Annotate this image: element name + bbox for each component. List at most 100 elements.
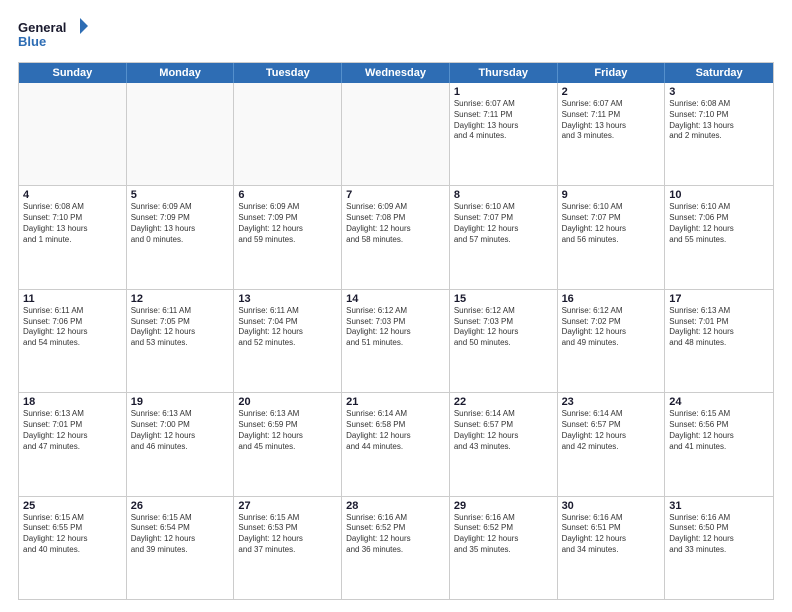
calendar-row: 4Sunrise: 6:08 AM Sunset: 7:10 PM Daylig…: [19, 185, 773, 288]
day-number: 11: [23, 293, 122, 305]
cell-info: Sunrise: 6:16 AM Sunset: 6:52 PM Dayligh…: [454, 513, 553, 556]
calendar-cell: 17Sunrise: 6:13 AM Sunset: 7:01 PM Dayli…: [665, 290, 773, 392]
calendar-cell: 7Sunrise: 6:09 AM Sunset: 7:08 PM Daylig…: [342, 186, 450, 288]
cell-info: Sunrise: 6:12 AM Sunset: 7:03 PM Dayligh…: [346, 306, 445, 349]
cell-info: Sunrise: 6:15 AM Sunset: 6:56 PM Dayligh…: [669, 409, 769, 452]
calendar-row: 18Sunrise: 6:13 AM Sunset: 7:01 PM Dayli…: [19, 392, 773, 495]
weekday-header: Saturday: [665, 63, 773, 83]
cell-info: Sunrise: 6:13 AM Sunset: 7:01 PM Dayligh…: [669, 306, 769, 349]
cell-info: Sunrise: 6:15 AM Sunset: 6:53 PM Dayligh…: [238, 513, 337, 556]
calendar-cell: [19, 83, 127, 185]
day-number: 9: [562, 189, 661, 201]
day-number: 25: [23, 500, 122, 512]
day-number: 23: [562, 396, 661, 408]
day-number: 5: [131, 189, 230, 201]
calendar-cell: 1Sunrise: 6:07 AM Sunset: 7:11 PM Daylig…: [450, 83, 558, 185]
cell-info: Sunrise: 6:07 AM Sunset: 7:11 PM Dayligh…: [454, 99, 553, 142]
calendar-cell: 20Sunrise: 6:13 AM Sunset: 6:59 PM Dayli…: [234, 393, 342, 495]
cell-info: Sunrise: 6:10 AM Sunset: 7:07 PM Dayligh…: [562, 202, 661, 245]
page: General Blue SundayMondayTuesdayWednesda…: [0, 0, 792, 612]
day-number: 27: [238, 500, 337, 512]
calendar-cell: [342, 83, 450, 185]
calendar-cell: 14Sunrise: 6:12 AM Sunset: 7:03 PM Dayli…: [342, 290, 450, 392]
cell-info: Sunrise: 6:16 AM Sunset: 6:50 PM Dayligh…: [669, 513, 769, 556]
cell-info: Sunrise: 6:16 AM Sunset: 6:51 PM Dayligh…: [562, 513, 661, 556]
calendar-cell: 12Sunrise: 6:11 AM Sunset: 7:05 PM Dayli…: [127, 290, 235, 392]
calendar-cell: 22Sunrise: 6:14 AM Sunset: 6:57 PM Dayli…: [450, 393, 558, 495]
calendar-cell: [234, 83, 342, 185]
calendar-cell: 8Sunrise: 6:10 AM Sunset: 7:07 PM Daylig…: [450, 186, 558, 288]
cell-info: Sunrise: 6:15 AM Sunset: 6:54 PM Dayligh…: [131, 513, 230, 556]
calendar-cell: 28Sunrise: 6:16 AM Sunset: 6:52 PM Dayli…: [342, 497, 450, 599]
header: General Blue: [18, 16, 774, 52]
cell-info: Sunrise: 6:14 AM Sunset: 6:57 PM Dayligh…: [562, 409, 661, 452]
calendar-cell: 30Sunrise: 6:16 AM Sunset: 6:51 PM Dayli…: [558, 497, 666, 599]
day-number: 12: [131, 293, 230, 305]
calendar-cell: 3Sunrise: 6:08 AM Sunset: 7:10 PM Daylig…: [665, 83, 773, 185]
day-number: 3: [669, 86, 769, 98]
day-number: 8: [454, 189, 553, 201]
svg-text:General: General: [18, 20, 66, 35]
calendar-cell: 25Sunrise: 6:15 AM Sunset: 6:55 PM Dayli…: [19, 497, 127, 599]
calendar-row: 1Sunrise: 6:07 AM Sunset: 7:11 PM Daylig…: [19, 83, 773, 185]
cell-info: Sunrise: 6:09 AM Sunset: 7:09 PM Dayligh…: [131, 202, 230, 245]
calendar-cell: 4Sunrise: 6:08 AM Sunset: 7:10 PM Daylig…: [19, 186, 127, 288]
calendar-cell: 21Sunrise: 6:14 AM Sunset: 6:58 PM Dayli…: [342, 393, 450, 495]
calendar-row: 25Sunrise: 6:15 AM Sunset: 6:55 PM Dayli…: [19, 496, 773, 599]
day-number: 18: [23, 396, 122, 408]
day-number: 29: [454, 500, 553, 512]
cell-info: Sunrise: 6:13 AM Sunset: 7:00 PM Dayligh…: [131, 409, 230, 452]
calendar-cell: 10Sunrise: 6:10 AM Sunset: 7:06 PM Dayli…: [665, 186, 773, 288]
calendar-header: SundayMondayTuesdayWednesdayThursdayFrid…: [19, 63, 773, 83]
day-number: 24: [669, 396, 769, 408]
day-number: 10: [669, 189, 769, 201]
cell-info: Sunrise: 6:12 AM Sunset: 7:02 PM Dayligh…: [562, 306, 661, 349]
cell-info: Sunrise: 6:12 AM Sunset: 7:03 PM Dayligh…: [454, 306, 553, 349]
cell-info: Sunrise: 6:13 AM Sunset: 7:01 PM Dayligh…: [23, 409, 122, 452]
calendar-cell: 26Sunrise: 6:15 AM Sunset: 6:54 PM Dayli…: [127, 497, 235, 599]
calendar-cell: 18Sunrise: 6:13 AM Sunset: 7:01 PM Dayli…: [19, 393, 127, 495]
day-number: 6: [238, 189, 337, 201]
calendar: SundayMondayTuesdayWednesdayThursdayFrid…: [18, 62, 774, 600]
day-number: 20: [238, 396, 337, 408]
cell-info: Sunrise: 6:11 AM Sunset: 7:06 PM Dayligh…: [23, 306, 122, 349]
day-number: 31: [669, 500, 769, 512]
logo-svg: General Blue: [18, 16, 88, 52]
day-number: 1: [454, 86, 553, 98]
svg-text:Blue: Blue: [18, 34, 46, 49]
calendar-cell: 15Sunrise: 6:12 AM Sunset: 7:03 PM Dayli…: [450, 290, 558, 392]
calendar-cell: 16Sunrise: 6:12 AM Sunset: 7:02 PM Dayli…: [558, 290, 666, 392]
weekday-header: Sunday: [19, 63, 127, 83]
day-number: 17: [669, 293, 769, 305]
day-number: 13: [238, 293, 337, 305]
calendar-cell: 2Sunrise: 6:07 AM Sunset: 7:11 PM Daylig…: [558, 83, 666, 185]
cell-info: Sunrise: 6:10 AM Sunset: 7:07 PM Dayligh…: [454, 202, 553, 245]
weekday-header: Monday: [127, 63, 235, 83]
day-number: 2: [562, 86, 661, 98]
cell-info: Sunrise: 6:14 AM Sunset: 6:58 PM Dayligh…: [346, 409, 445, 452]
calendar-cell: 31Sunrise: 6:16 AM Sunset: 6:50 PM Dayli…: [665, 497, 773, 599]
calendar-cell: 5Sunrise: 6:09 AM Sunset: 7:09 PM Daylig…: [127, 186, 235, 288]
weekday-header: Wednesday: [342, 63, 450, 83]
day-number: 15: [454, 293, 553, 305]
day-number: 16: [562, 293, 661, 305]
calendar-cell: [127, 83, 235, 185]
weekday-header: Thursday: [450, 63, 558, 83]
weekday-header: Tuesday: [234, 63, 342, 83]
calendar-cell: 27Sunrise: 6:15 AM Sunset: 6:53 PM Dayli…: [234, 497, 342, 599]
calendar-cell: 23Sunrise: 6:14 AM Sunset: 6:57 PM Dayli…: [558, 393, 666, 495]
day-number: 19: [131, 396, 230, 408]
cell-info: Sunrise: 6:11 AM Sunset: 7:04 PM Dayligh…: [238, 306, 337, 349]
calendar-body: 1Sunrise: 6:07 AM Sunset: 7:11 PM Daylig…: [19, 83, 773, 599]
calendar-cell: 29Sunrise: 6:16 AM Sunset: 6:52 PM Dayli…: [450, 497, 558, 599]
logo: General Blue: [18, 16, 88, 52]
day-number: 22: [454, 396, 553, 408]
cell-info: Sunrise: 6:09 AM Sunset: 7:09 PM Dayligh…: [238, 202, 337, 245]
calendar-cell: 19Sunrise: 6:13 AM Sunset: 7:00 PM Dayli…: [127, 393, 235, 495]
calendar-cell: 6Sunrise: 6:09 AM Sunset: 7:09 PM Daylig…: [234, 186, 342, 288]
cell-info: Sunrise: 6:08 AM Sunset: 7:10 PM Dayligh…: [23, 202, 122, 245]
day-number: 21: [346, 396, 445, 408]
calendar-cell: 24Sunrise: 6:15 AM Sunset: 6:56 PM Dayli…: [665, 393, 773, 495]
day-number: 30: [562, 500, 661, 512]
cell-info: Sunrise: 6:14 AM Sunset: 6:57 PM Dayligh…: [454, 409, 553, 452]
